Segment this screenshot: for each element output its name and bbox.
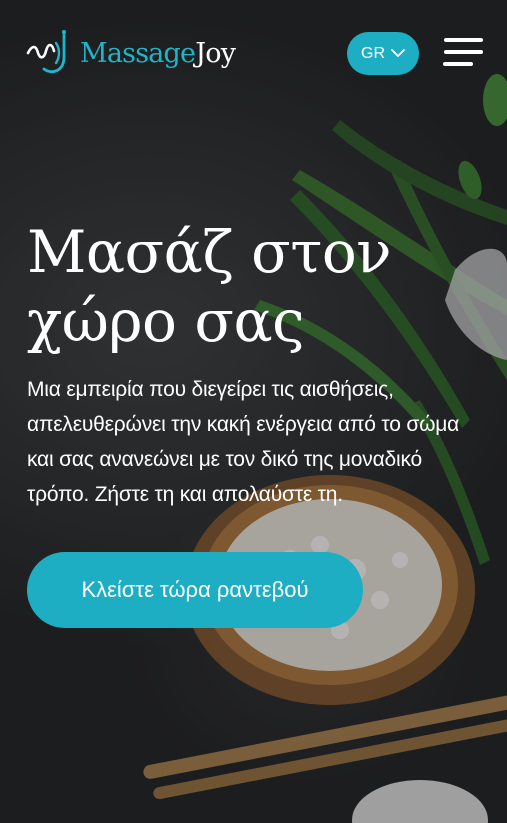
logo-wordmark: MassageJoy <box>80 37 236 69</box>
language-label: GR <box>361 44 385 62</box>
menu-line <box>444 38 483 42</box>
language-selector-button[interactable]: GR <box>347 32 419 75</box>
hero-description: Μια εμπειρία που διεγείρει τις αισθήσεις… <box>27 378 460 506</box>
menu-line <box>444 50 483 54</box>
hero-title: Μασάζ στον χώρο σας <box>27 218 467 356</box>
hero-section: MassageJoy GR Μασάζ στον χώρο σας Μια εμ… <box>0 0 507 823</box>
massagejoy-logo[interactable]: MassageJoy <box>26 26 236 80</box>
site-header: MassageJoy GR <box>0 0 507 110</box>
hero-title-line1: Μασάζ στον <box>27 218 392 286</box>
logo-mark-icon <box>26 30 66 74</box>
menu-line <box>443 62 473 66</box>
hamburger-menu-icon[interactable] <box>443 38 483 68</box>
book-now-button[interactable]: Κλείστε τώρα ραντεβού <box>27 552 363 628</box>
hero-title-line2: χώρο σας <box>27 287 305 355</box>
logo-wordmark-part2: Joy <box>195 37 236 69</box>
chevron-down-icon <box>391 49 405 57</box>
logo-wordmark-part1: Massage <box>80 37 196 69</box>
book-now-label: Κλείστε τώρα ραντεβού <box>81 577 309 602</box>
